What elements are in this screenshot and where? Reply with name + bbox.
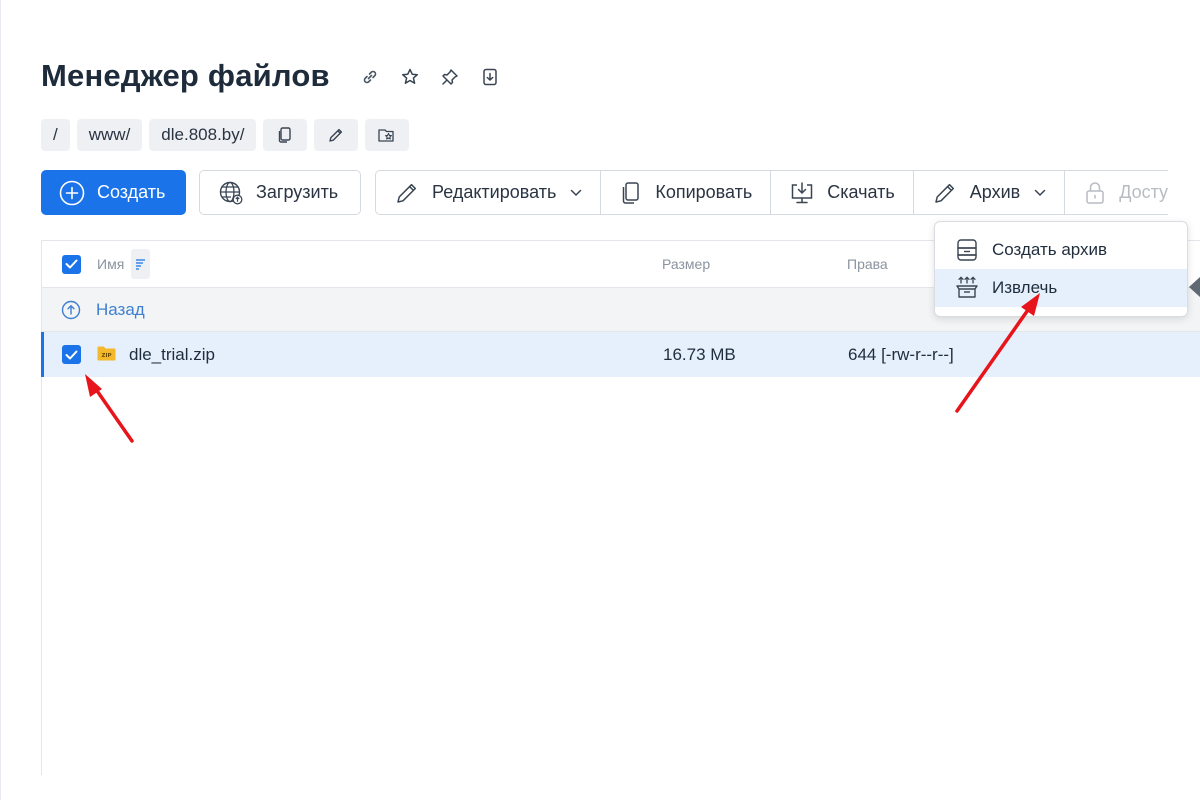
extract-icon	[956, 276, 978, 298]
file-name: dle_trial.zip	[129, 344, 215, 364]
access-label: Досту	[1119, 182, 1169, 202]
favorite-path-button[interactable]	[365, 119, 410, 151]
sort-lines-icon	[136, 259, 145, 270]
chevron-down-icon	[1034, 189, 1046, 196]
file-size: 16.73 MB	[663, 344, 736, 364]
back-label: Назад	[96, 299, 145, 319]
archive-box-icon	[957, 239, 977, 261]
checkmark-icon	[65, 350, 78, 359]
pencil-icon	[397, 183, 417, 203]
breadcrumb-root[interactable]: /	[41, 119, 70, 151]
archive-label: Архив	[969, 182, 1021, 202]
pin-icon[interactable]	[440, 67, 460, 87]
page-left-border	[0, 0, 1, 800]
page-title: Менеджер файлов	[41, 58, 330, 93]
copy-button[interactable]: Копировать	[601, 171, 772, 214]
link-icon[interactable]	[360, 67, 380, 87]
download-label: Скачать	[827, 182, 895, 202]
toolbar: Создать Загрузить Редактировать Копирова…	[41, 170, 1169, 215]
archive-button[interactable]: Архив	[914, 171, 1066, 214]
file-permissions: 644 [-rw-r--r--]	[848, 344, 954, 364]
edit-path-icon	[329, 128, 343, 142]
plus-circle-icon	[59, 180, 85, 205]
edit-button[interactable]: Редактировать	[376, 171, 602, 214]
upload-label: Загрузить	[256, 182, 339, 202]
breadcrumb-domain[interactable]: dle.808.by/	[149, 119, 257, 151]
svg-text:ZIP: ZIP	[101, 353, 111, 359]
globe-upload-icon	[219, 181, 243, 204]
create-button[interactable]: Создать	[41, 170, 186, 215]
back-clock-icon	[61, 300, 81, 319]
favorite-path-icon	[378, 129, 395, 142]
create-label: Создать	[97, 182, 166, 202]
zip-file-icon: ZIP	[97, 346, 116, 361]
menu-item-label: Извлечь	[992, 278, 1058, 297]
star-icon[interactable]	[400, 67, 420, 87]
download-file-icon[interactable]	[480, 67, 500, 87]
column-permissions[interactable]: Права	[847, 256, 888, 272]
download-button[interactable]: Скачать	[771, 171, 914, 214]
menu-item-label: Создать архив	[992, 240, 1108, 259]
checkmark-icon	[65, 259, 78, 269]
column-name[interactable]: Имя	[97, 256, 124, 272]
copy-icon	[623, 181, 640, 204]
row-checkbox[interactable]	[62, 345, 81, 364]
lock-icon	[1086, 181, 1104, 204]
title-actions	[360, 67, 500, 87]
edit-label: Редактировать	[432, 182, 557, 202]
edit-path-button[interactable]	[314, 119, 359, 151]
copy-label: Копировать	[655, 182, 753, 202]
file-table: Имя Размер Права Назад ZIP dle_trial.zip…	[41, 240, 1200, 775]
sort-button[interactable]	[131, 249, 150, 279]
breadcrumb: / www/ dle.808.by/	[41, 119, 410, 151]
title-row: Менеджер файлов	[41, 58, 500, 94]
menu-item-extract[interactable]: Извлечь	[935, 269, 1187, 307]
pencil-icon	[935, 183, 954, 203]
archive-dropdown-menu: Создать архив Извлечь	[934, 221, 1188, 317]
table-row[interactable]: ZIP dle_trial.zip 16.73 MB 644 [-rw-r--r…	[41, 332, 1200, 377]
file-actions-group: Редактировать Копировать Скачать Архив Д…	[375, 170, 1169, 215]
column-size[interactable]: Размер	[662, 256, 710, 272]
menu-item-create-archive[interactable]: Создать архив	[935, 231, 1187, 269]
upload-button[interactable]: Загрузить	[199, 170, 361, 215]
download-tray-icon	[792, 181, 813, 203]
breadcrumb-www[interactable]: www/	[76, 119, 143, 151]
access-button[interactable]: Досту	[1065, 171, 1168, 214]
chevron-down-icon	[571, 189, 582, 196]
copy-path-icon	[279, 127, 292, 143]
panel-edge-handle	[1189, 277, 1200, 297]
copy-path-button[interactable]	[263, 119, 308, 151]
select-all-checkbox[interactable]	[62, 254, 81, 274]
